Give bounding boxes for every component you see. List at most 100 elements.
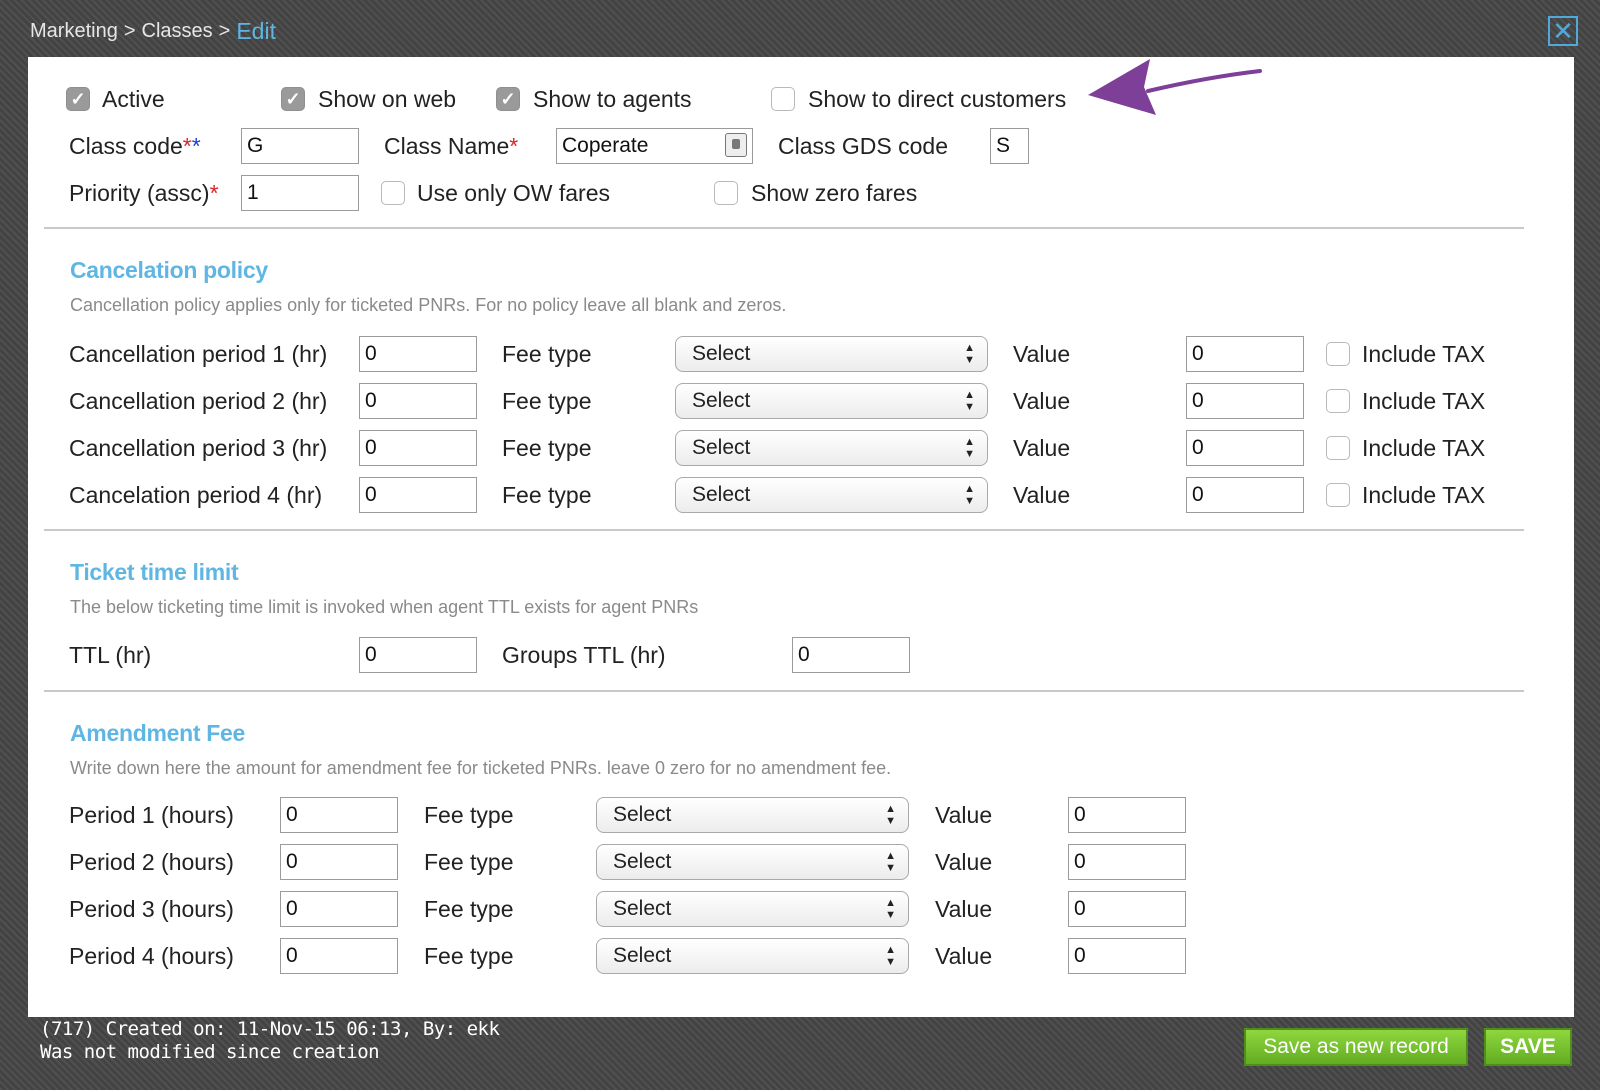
show-to-agents-label: Show to agents xyxy=(533,86,692,112)
fee-type-label: Fee type xyxy=(502,388,592,414)
fee-type-label: Fee type xyxy=(424,943,514,969)
show-on-web-label: Show on web xyxy=(318,86,457,112)
active-label: Active xyxy=(102,86,165,112)
cancellation-value-input[interactable] xyxy=(1186,430,1304,466)
save-button[interactable]: SAVE xyxy=(1484,1028,1572,1066)
cancellation-period-label: Cancellation period 2 (hr) xyxy=(69,388,328,414)
amendment-period-input[interactable] xyxy=(280,844,398,880)
cancellation-value-input[interactable] xyxy=(1186,336,1304,372)
include-tax-label: Include TAX xyxy=(1362,482,1486,508)
select-arrows-icon: ▲ ▼ xyxy=(885,897,896,921)
amendment-value-input[interactable] xyxy=(1068,844,1186,880)
show-zero-fares-checkbox[interactable] xyxy=(714,181,738,205)
active-checkbox[interactable] xyxy=(66,87,90,111)
amendment-fee-type-select[interactable]: Select ▲ ▼ xyxy=(596,891,909,927)
cancellation-fee-type-select[interactable]: Select ▲ ▼ xyxy=(675,430,988,466)
amendment-period-input[interactable] xyxy=(280,938,398,974)
amendment-period-input[interactable] xyxy=(280,891,398,927)
annotation-arrow-icon xyxy=(1088,59,1262,115)
cancellation-fee-type-select[interactable]: Select ▲ ▼ xyxy=(675,336,988,372)
class-name-input[interactable] xyxy=(556,128,753,164)
class-code-label: Class code** xyxy=(69,133,201,159)
contact-book-icon[interactable] xyxy=(725,133,747,157)
cancellation-period-input[interactable] xyxy=(359,336,477,372)
cancellation-fee-type-select[interactable]: Select ▲ ▼ xyxy=(675,383,988,419)
amendment-section-description: Write down here the amount for amendment… xyxy=(70,758,892,778)
ttl-section-title: Ticket time limit xyxy=(70,559,239,585)
cancellation-period-input[interactable] xyxy=(359,383,477,419)
amendment-value-input[interactable] xyxy=(1068,797,1186,833)
priority-input[interactable] xyxy=(241,175,359,211)
edit-panel: Active Show on web Show to agents Show t… xyxy=(28,57,1574,1017)
breadcrumb-classes[interactable]: Classes xyxy=(142,20,213,43)
amendment-value-input[interactable] xyxy=(1068,891,1186,927)
select-arrows-icon: ▲ ▼ xyxy=(885,803,896,827)
value-label: Value xyxy=(1013,341,1071,367)
required-marker: * xyxy=(191,133,201,159)
fee-type-label: Fee type xyxy=(424,849,514,875)
record-info: (717) Created on: 11-Nov-15 06:13, By: e… xyxy=(40,1018,500,1064)
select-arrows-icon: ▲ ▼ xyxy=(885,850,896,874)
save-as-new-record-button[interactable]: Save as new record xyxy=(1244,1028,1468,1066)
select-value: Select xyxy=(692,483,751,506)
fee-type-label: Fee type xyxy=(424,896,514,922)
class-gds-code-input[interactable] xyxy=(990,128,1029,164)
amendment-fee-type-select[interactable]: Select ▲ ▼ xyxy=(596,797,909,833)
include-tax-checkbox[interactable] xyxy=(1326,483,1350,507)
breadcrumb-marketing[interactable]: Marketing xyxy=(30,20,118,43)
section-divider xyxy=(44,690,1524,692)
amendment-fee-type-select[interactable]: Select ▲ ▼ xyxy=(596,844,909,880)
value-label: Value xyxy=(1013,435,1071,461)
amendment-period-input[interactable] xyxy=(280,797,398,833)
section-divider xyxy=(44,529,1524,531)
select-value: Select xyxy=(692,342,751,365)
cancellation-value-input[interactable] xyxy=(1186,383,1304,419)
value-label: Value xyxy=(1013,482,1071,508)
show-to-direct-customers-checkbox[interactable] xyxy=(771,87,795,111)
amendment-section-title: Amendment Fee xyxy=(70,720,246,746)
cancellation-period-label: Cancellation period 3 (hr) xyxy=(69,435,328,461)
groups-ttl-label: Groups TTL (hr) xyxy=(502,642,666,668)
include-tax-label: Include TAX xyxy=(1362,341,1486,367)
fee-type-label: Fee type xyxy=(502,435,592,461)
show-to-agents-checkbox[interactable] xyxy=(496,87,520,111)
include-tax-checkbox[interactable] xyxy=(1326,389,1350,413)
class-code-input[interactable] xyxy=(241,128,359,164)
cancellation-value-input[interactable] xyxy=(1186,477,1304,513)
fee-type-label: Fee type xyxy=(424,802,514,828)
amendment-period-label: Period 4 (hours) xyxy=(69,943,234,969)
select-value: Select xyxy=(692,389,751,412)
class-name-label: Class Name* xyxy=(384,133,519,159)
amendment-fee-type-select[interactable]: Select ▲ ▼ xyxy=(596,938,909,974)
use-only-ow-fares-label: Use only OW fares xyxy=(417,180,610,206)
class-name-field xyxy=(556,128,753,164)
use-only-ow-fares-checkbox[interactable] xyxy=(381,181,405,205)
cancellation-fee-type-select[interactable]: Select ▲ ▼ xyxy=(675,477,988,513)
required-marker: * xyxy=(209,180,219,206)
cancellation-period-label: Cancelation period 4 (hr) xyxy=(69,482,323,508)
fee-type-label: Fee type xyxy=(502,341,592,367)
show-on-web-checkbox[interactable] xyxy=(281,87,305,111)
select-arrows-icon: ▲ ▼ xyxy=(964,483,975,507)
cancellation-period-input[interactable] xyxy=(359,430,477,466)
cancellation-period-input[interactable] xyxy=(359,477,477,513)
groups-ttl-input[interactable] xyxy=(792,637,910,673)
select-arrows-icon: ▲ ▼ xyxy=(885,944,896,968)
select-value: Select xyxy=(613,803,672,826)
created-info: (717) Created on: 11-Nov-15 06:13, By: e… xyxy=(40,1018,500,1040)
select-arrows-icon: ▲ ▼ xyxy=(964,389,975,413)
ttl-input[interactable] xyxy=(359,637,477,673)
select-value: Select xyxy=(613,850,672,873)
class-gds-code-label: Class GDS code xyxy=(778,133,949,159)
include-tax-checkbox[interactable] xyxy=(1326,436,1350,460)
include-tax-checkbox[interactable] xyxy=(1326,342,1350,366)
value-label: Value xyxy=(935,943,993,969)
amendment-value-input[interactable] xyxy=(1068,938,1186,974)
modified-info: Was not modified since creation xyxy=(40,1041,380,1063)
select-value: Select xyxy=(692,436,751,459)
breadcrumb: Marketing > Classes > Edit xyxy=(30,16,276,46)
close-icon[interactable]: ✕ xyxy=(1548,16,1578,46)
select-value: Select xyxy=(613,944,672,967)
value-label: Value xyxy=(935,896,993,922)
cancellation-period-label: Cancellation period 1 (hr) xyxy=(69,341,328,367)
